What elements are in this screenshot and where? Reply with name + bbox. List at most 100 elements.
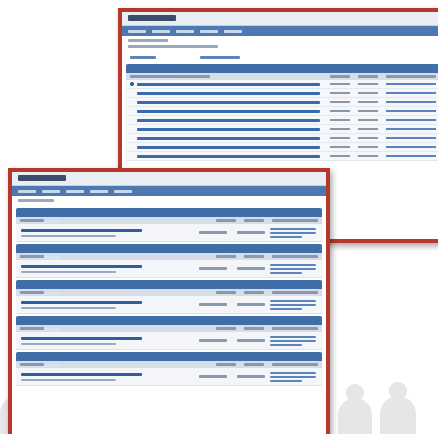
topic-title-link[interactable] [137, 127, 320, 131]
topic-title-link[interactable] [137, 109, 320, 113]
nav-link[interactable] [224, 29, 242, 33]
posts-count [237, 267, 265, 270]
last-post-link[interactable] [270, 226, 316, 240]
person-silhouette-icon [338, 384, 372, 434]
topic-row[interactable] [126, 98, 438, 107]
forum-title[interactable] [16, 300, 194, 309]
views-count [358, 128, 378, 130]
last-post-link[interactable] [270, 298, 316, 312]
forum-title[interactable] [16, 228, 194, 237]
breadcrumb [12, 196, 326, 206]
topics-count [199, 339, 227, 342]
category-bar [126, 64, 438, 79]
topic-bullet-icon [130, 82, 134, 86]
category-bar [16, 316, 322, 331]
topic-title-link[interactable] [137, 82, 320, 86]
replies-count [330, 83, 350, 85]
nav-link[interactable] [200, 29, 218, 33]
views-count [358, 110, 378, 112]
topic-title-link[interactable] [137, 91, 320, 95]
last-post-link[interactable] [386, 155, 436, 157]
last-post-link[interactable] [386, 119, 436, 121]
replies-count [330, 92, 350, 94]
last-post-link[interactable] [270, 370, 316, 384]
forum-title[interactable] [16, 264, 194, 273]
replies-count [330, 146, 350, 148]
nav-link[interactable] [90, 189, 108, 193]
topics-count [199, 303, 227, 306]
column-header-row [16, 325, 322, 332]
category-bar [16, 208, 322, 223]
last-post-link[interactable] [386, 110, 436, 112]
replies-count [330, 137, 350, 139]
topic-title-link[interactable] [137, 136, 320, 140]
column-header-row [16, 217, 322, 224]
forum-row[interactable] [16, 224, 322, 242]
forum-row[interactable] [16, 332, 322, 350]
topic-title-link[interactable] [137, 100, 320, 104]
last-post-link[interactable] [386, 101, 436, 103]
topic-row[interactable] [126, 134, 438, 143]
nav-link[interactable] [18, 189, 36, 193]
last-post-link[interactable] [386, 92, 436, 94]
views-count [358, 92, 378, 94]
topic-title-link[interactable] [137, 118, 320, 122]
last-post-link[interactable] [270, 262, 316, 276]
nav-link[interactable] [66, 189, 84, 193]
topic-row[interactable] [126, 107, 438, 116]
last-post-link[interactable] [270, 334, 316, 348]
category-bar [16, 280, 322, 295]
pagination [122, 52, 438, 62]
replies-count [330, 155, 350, 157]
forum-row[interactable] [16, 296, 322, 314]
forum-row[interactable] [16, 368, 322, 386]
forum-title[interactable] [16, 336, 194, 345]
replies-count [330, 110, 350, 112]
nav-link[interactable] [152, 29, 170, 33]
last-post-link[interactable] [386, 83, 436, 85]
topic-row[interactable] [126, 143, 438, 152]
topic-row[interactable] [126, 89, 438, 98]
topics-count [199, 267, 227, 270]
posts-count [237, 375, 265, 378]
posts-count [237, 303, 265, 306]
forum-row[interactable] [16, 260, 322, 278]
last-post-link[interactable] [386, 137, 436, 139]
posts-count [237, 231, 265, 234]
posts-count [237, 339, 265, 342]
replies-count [330, 119, 350, 121]
column-header-row [16, 253, 322, 260]
topic-list [122, 80, 438, 161]
topic-row[interactable] [126, 80, 438, 89]
forum-logo [18, 175, 66, 181]
column-header-row [16, 361, 322, 368]
breadcrumb [122, 36, 438, 52]
nav-link[interactable] [176, 29, 194, 33]
forum-logo [128, 15, 176, 21]
category-bar [16, 244, 322, 259]
forum-nav-bar [122, 26, 438, 36]
category-list [12, 208, 326, 386]
views-count [358, 101, 378, 103]
views-count [358, 146, 378, 148]
column-header-row [126, 73, 438, 80]
views-count [358, 155, 378, 157]
last-post-link[interactable] [386, 128, 436, 130]
topic-row[interactable] [126, 116, 438, 125]
topic-row[interactable] [126, 125, 438, 134]
topic-title-link[interactable] [137, 154, 320, 158]
forum-header [12, 172, 326, 186]
topics-count [199, 375, 227, 378]
topic-row[interactable] [126, 152, 438, 161]
page-link[interactable] [130, 55, 156, 59]
forum-title[interactable] [16, 372, 194, 381]
nav-link[interactable] [128, 29, 146, 33]
last-post-link[interactable] [386, 146, 436, 148]
person-silhouette-icon [380, 382, 416, 434]
views-count [358, 83, 378, 85]
views-count [358, 137, 378, 139]
nav-link[interactable] [42, 189, 60, 193]
page-link[interactable] [200, 55, 240, 59]
topic-title-link[interactable] [137, 145, 320, 149]
nav-link[interactable] [114, 189, 132, 193]
